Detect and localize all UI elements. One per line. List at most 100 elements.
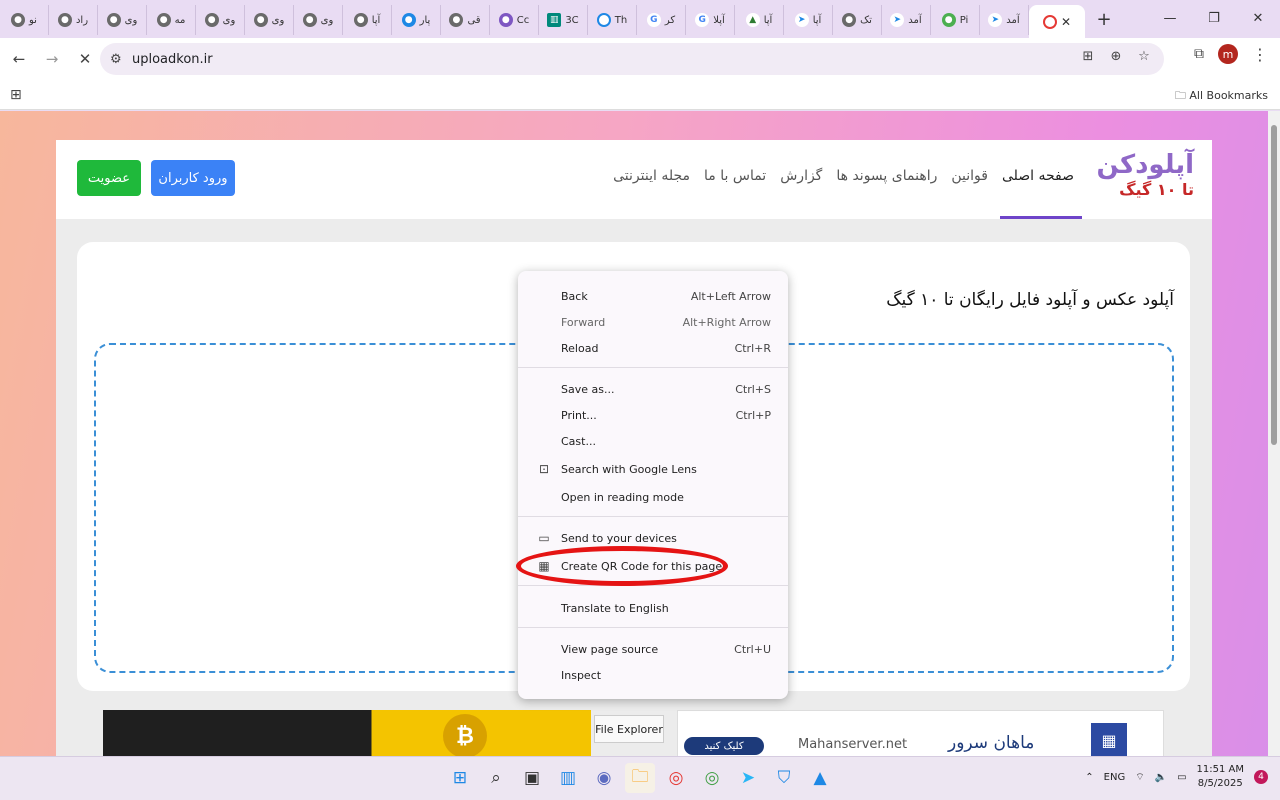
site-header: آپلودکن تا ۱۰ گیگ صفحه اصلی قوانین راهنم… — [56, 140, 1212, 219]
browser-tab[interactable]: G آپلا — [686, 5, 735, 35]
active-tab[interactable]: ✕ — [1029, 5, 1085, 39]
menu-icon[interactable]: ⋮ — [1252, 45, 1268, 64]
browser-tab[interactable]: ● آپا — [343, 5, 392, 35]
translate-icon[interactable]: ⊞ — [1078, 49, 1098, 64]
back-icon[interactable]: ← — [4, 44, 34, 74]
scrollbar-thumb[interactable] — [1271, 125, 1277, 445]
photos-icon[interactable]: ▲ — [805, 763, 835, 793]
search-icon[interactable]: ⌕ — [481, 763, 511, 793]
favicon-icon: ● — [842, 13, 857, 27]
favicon-icon: ● — [449, 13, 464, 27]
menu-item-cast[interactable]: Cast... — [518, 428, 788, 454]
nav-rules[interactable]: قوانین — [951, 168, 988, 184]
browser-tab[interactable]: Th — [588, 5, 637, 35]
browser-tab[interactable]: ● قی — [441, 5, 490, 35]
bookmark-star-icon[interactable]: ☆ — [1134, 49, 1154, 64]
browser-tab[interactable]: ➤ آمد — [980, 5, 1029, 35]
menu-item-reload[interactable]: Reload Ctrl+R — [518, 335, 788, 361]
browser-tab[interactable]: ● وی — [294, 5, 343, 35]
apps-grid-icon[interactable]: ⊞ — [10, 87, 22, 103]
favicon-icon: ● — [156, 13, 171, 27]
widgets-icon[interactable]: ▥ — [553, 763, 583, 793]
browser-tab[interactable]: ● راد — [49, 5, 98, 35]
mahan-logo-icon: ▦ — [1091, 723, 1127, 756]
new-tab-button[interactable]: + — [1089, 9, 1119, 30]
browser-tab[interactable]: ● تک — [833, 5, 882, 35]
taskbar-apps: ⊞ ⌕ ▣ ▥ ◉ 🗀 ◎ ◎ ➤ ⛉ ▲ — [445, 763, 835, 793]
file-explorer-icon[interactable]: 🗀 — [625, 763, 655, 793]
browser-tab[interactable]: ● نو — [0, 5, 49, 35]
browser-tab[interactable]: ● Pi — [931, 5, 980, 35]
url-text[interactable]: uploadkon.ir — [132, 52, 213, 67]
zoom-icon[interactable]: ⊕ — [1106, 49, 1126, 64]
chrome-icon[interactable]: ◎ — [661, 763, 691, 793]
chrome-icon[interactable]: ◎ — [697, 763, 727, 793]
shield-icon[interactable]: ⛉ — [769, 763, 799, 793]
bookmarks-bar: ⊞ 🗀 All Bookmarks — [0, 80, 1280, 110]
chevron-up-icon[interactable]: ⌃ — [1085, 772, 1093, 783]
login-button[interactable]: ورود کاربران — [151, 160, 235, 196]
nav-magazine[interactable]: مجله اینترنتی — [613, 168, 690, 184]
volume-icon[interactable]: 🔈 — [1155, 772, 1167, 783]
minimize-button[interactable]: — — [1148, 0, 1192, 36]
browser-tab[interactable]: ● وی — [245, 5, 294, 35]
address-bar[interactable]: ⚙ uploadkon.ir ⊞ ⊕ ☆ — [100, 43, 1164, 75]
task-view-icon[interactable]: ▣ — [517, 763, 547, 793]
menu-separator — [518, 585, 788, 586]
menu-item-back[interactable]: Back Alt+Left Arrow — [518, 283, 788, 309]
menu-item-forward[interactable]: Forward Alt+Right Arrow — [518, 309, 788, 335]
menu-item-save-as[interactable]: Save as... Ctrl+S — [518, 376, 788, 402]
all-bookmarks[interactable]: 🗀 All Bookmarks — [1175, 87, 1268, 106]
site-info-icon[interactable]: ⚙ — [110, 52, 130, 67]
menu-separator — [518, 627, 788, 628]
browser-tab[interactable]: ● وی — [196, 5, 245, 35]
profile-avatar[interactable]: m — [1218, 44, 1238, 64]
nav-extensions-guide[interactable]: راهنمای پسوند ها — [836, 168, 937, 184]
menu-item-google-lens[interactable]: ⊡ Search with Google Lens — [518, 456, 788, 482]
page-scrollbar[interactable] — [1268, 111, 1280, 756]
devices-icon: ▭ — [538, 531, 550, 545]
nav-active-underline — [1000, 216, 1082, 219]
nav-report[interactable]: گزارش — [780, 168, 822, 184]
menu-item-reading-mode[interactable]: Open in reading mode — [518, 484, 788, 510]
browser-tab[interactable]: ➤ آمد — [882, 5, 931, 35]
browser-tab[interactable]: G کر — [637, 5, 686, 35]
notification-badge[interactable]: 4 — [1254, 770, 1268, 784]
favicon-icon: ● — [302, 13, 317, 27]
nav-contact[interactable]: تماس با ما — [704, 168, 766, 184]
mahanserver-ad-banner[interactable]: کلیک کنید Mahanserver.net ماهان سرور ▦ — [677, 710, 1164, 756]
browser-tab[interactable]: ● Cc — [490, 5, 539, 35]
restore-button[interactable]: ❐ — [1192, 0, 1236, 36]
windows-start-icon[interactable]: ⊞ — [445, 763, 475, 793]
browser-tab[interactable]: ● مه — [147, 5, 196, 35]
crypto-ad-banner[interactable]: ₿ — [103, 710, 591, 756]
signup-button[interactable]: عضویت — [77, 160, 141, 196]
nav-home[interactable]: صفحه اصلی — [1002, 168, 1074, 184]
browser-tab[interactable]: ▥ 3C — [539, 5, 588, 35]
battery-icon[interactable]: ▭ — [1177, 772, 1186, 783]
taskbar: ⊞ ⌕ ▣ ▥ ◉ 🗀 ◎ ◎ ➤ ⛉ ▲ ⌃ ENG ⌔ 🔈 ▭ 11:51 … — [0, 756, 1280, 800]
telegram-icon[interactable]: ➤ — [733, 763, 763, 793]
browser-tab[interactable]: ● وی — [98, 5, 147, 35]
browser-tab[interactable]: ▲ آپا — [735, 5, 784, 35]
favicon-icon: ● — [106, 13, 121, 27]
close-tab-icon[interactable]: ✕ — [1061, 15, 1071, 29]
wifi-icon[interactable]: ⌔ — [1135, 771, 1144, 784]
forward-icon[interactable]: → — [37, 44, 67, 74]
site-logo[interactable]: آپلودکن تا ۱۰ گیگ — [1097, 150, 1194, 199]
menu-item-view-source[interactable]: View page source Ctrl+U — [518, 636, 788, 662]
language-indicator[interactable]: ENG — [1104, 772, 1126, 783]
clock[interactable]: 11:51 AM 8/5/2025 — [1197, 763, 1244, 791]
menu-item-inspect[interactable]: Inspect — [518, 662, 788, 688]
favicon-icon: ▥ — [547, 13, 562, 27]
tab-search-icon[interactable]: ⧉ — [1194, 46, 1204, 62]
menu-item-print[interactable]: Print... Ctrl+P — [518, 402, 788, 428]
mahan-url: Mahanserver.net — [798, 737, 908, 752]
browser-tab[interactable]: ● پار — [392, 5, 441, 35]
stop-loading-icon[interactable]: ✕ — [70, 44, 100, 74]
browser-tab[interactable]: ➤ آپا — [784, 5, 833, 35]
chat-icon[interactable]: ◉ — [589, 763, 619, 793]
click-here-button[interactable]: کلیک کنید — [684, 737, 764, 755]
close-window-button[interactable]: ✕ — [1236, 0, 1280, 36]
menu-item-translate[interactable]: Translate to English — [518, 595, 788, 621]
